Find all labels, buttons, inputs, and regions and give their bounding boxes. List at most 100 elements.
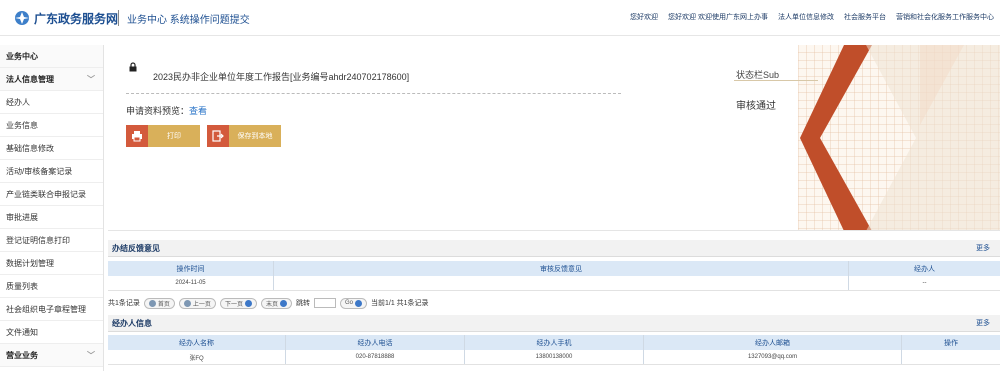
- last-page-icon: [279, 299, 287, 307]
- top-link-platform[interactable]: 社会服务平台: [844, 12, 886, 22]
- table-cell: 020-87818888: [286, 350, 465, 364]
- top-bar: 广东政务服务网 业务中心 系统操作问题提交 您好欢迎 您好欢迎 欢迎使用广东网上…: [0, 0, 1000, 36]
- sidebar-item-certificate-print[interactable]: 登记证明信息打印: [0, 229, 103, 252]
- sidebar-item-label: 基础信息修改: [6, 144, 54, 153]
- go-icon: [354, 299, 362, 307]
- sidebar-item-business-center[interactable]: 业务中心: [0, 45, 103, 68]
- print-button[interactable]: 打印: [126, 125, 200, 147]
- sidebar-item-label: 营业业务: [6, 351, 38, 360]
- sidebar-item-operations[interactable]: 营业业务 ﹀: [0, 344, 103, 367]
- top-links: 您好欢迎 您好欢迎 欢迎使用广东网上办事 法人单位信息修改 社会服务平台 营销和…: [630, 12, 994, 22]
- agent-table-header: 经办人名称 经办人电话 经办人手机 经办人邮箱 操作: [108, 335, 1000, 350]
- lock-icon: [129, 62, 137, 72]
- feedback-section-title: 办结反馈意见: [112, 244, 160, 253]
- prev-page-icon: [183, 299, 191, 307]
- sidebar-item-label: 业务信息: [6, 121, 38, 130]
- sidebar-item-agent[interactable]: 经办人: [0, 91, 103, 114]
- sidebar-item-label: 产业链类联合申报记录: [6, 190, 86, 199]
- materials-preview: 申请资料预览：查看: [126, 104, 207, 117]
- column-header: 经办人名称: [108, 335, 286, 350]
- materials-label: 申请资料预览：: [126, 106, 190, 116]
- sidebar-item-label: 活动/审核备案记录: [6, 167, 73, 176]
- divider: [126, 93, 621, 94]
- save-local-button[interactable]: 保存到本地: [207, 125, 281, 147]
- chevron-down-icon: ﹀: [87, 75, 95, 84]
- agent-section-title: 经办人信息: [112, 319, 152, 328]
- column-header: 操作: [944, 339, 958, 347]
- column-header: 经办人: [914, 265, 935, 273]
- feedback-section-header: 办结反馈意见 更多: [108, 240, 1000, 257]
- prev-page-button[interactable]: 上一页: [178, 297, 216, 309]
- sidebar-item-label: 登记证明信息打印: [6, 236, 70, 245]
- table-cell: --: [922, 280, 927, 286]
- sidebar-item-label: 社会组织电子章程管理: [6, 305, 86, 314]
- printer-icon: [126, 125, 148, 147]
- first-page-button[interactable]: 首页: [143, 297, 175, 309]
- go-button-label: Go: [344, 300, 353, 306]
- report-info-panel: 2023民办非企业单位年度工作报告[业务编号ahdr240702178600] …: [108, 45, 1000, 231]
- top-link-service[interactable]: 营销和社会化服务工作服务中心: [896, 12, 994, 22]
- sidebar-item-charter[interactable]: 社会组织电子章程管理: [0, 298, 103, 321]
- export-icon: [207, 125, 229, 147]
- table-row: 2024-11-05 --: [108, 276, 1000, 291]
- page-title: 业务中心 系统操作问题提交: [127, 15, 250, 26]
- next-page-icon: [244, 299, 252, 307]
- sidebar-item-activity-records[interactable]: 活动/审核备案记录: [0, 160, 103, 183]
- last-page-label: 末页: [265, 301, 278, 308]
- sidebar: 业务中心 法人信息管理 ﹀ 经办人 业务信息 基础信息修改 活动/审核备案记录 产…: [0, 45, 104, 371]
- sidebar-item-label: 文件通知: [6, 328, 38, 337]
- table-cell: 2024-11-05: [108, 276, 274, 290]
- top-link-welcome[interactable]: 您好欢迎: [630, 12, 658, 22]
- agent-section-header: 经办人信息 更多: [108, 315, 1000, 332]
- column-header: 操作时间: [108, 261, 274, 276]
- sidebar-item-joint-records[interactable]: 产业链类联合申报记录: [0, 183, 103, 206]
- main-content: 2023民办非企业单位年度工作报告[业务编号ahdr240702178600] …: [108, 45, 1000, 371]
- column-header: 审核反馈意见: [274, 261, 849, 276]
- decorative-chevron: [800, 45, 1000, 230]
- table-cell: [902, 350, 1000, 364]
- sidebar-item-label: 法人信息管理: [6, 75, 54, 84]
- status-value: 审核通过: [736, 101, 776, 112]
- top-link-profile[interactable]: 法人单位信息修改: [778, 12, 834, 22]
- sidebar-item-legal-info[interactable]: 法人信息管理 ﹀: [0, 68, 103, 91]
- table-cell: 1327093@qq.com: [644, 350, 902, 364]
- table-cell: 13800138000: [465, 350, 644, 364]
- sidebar-item-label: 审批进展: [6, 213, 38, 222]
- page-info: 当前1/1 共1条记录: [370, 300, 429, 307]
- goto-label: 跳转: [295, 300, 310, 307]
- goto-page-input[interactable]: [313, 298, 336, 308]
- agent-more-link[interactable]: 更多: [976, 318, 990, 328]
- header-separator: [118, 10, 119, 26]
- table-cell: 张FQ: [108, 350, 286, 364]
- next-page-label: 下一页: [224, 301, 243, 308]
- materials-view-link[interactable]: 查看: [189, 106, 207, 116]
- status-divider: [734, 80, 818, 81]
- next-page-button[interactable]: 下一页: [219, 297, 257, 309]
- sidebar-item-quality-list[interactable]: 质量列表: [0, 275, 103, 298]
- sidebar-item-approval-progress[interactable]: 审批进展: [0, 206, 103, 229]
- chevron-down-icon: ﹀: [87, 351, 95, 360]
- sidebar-item-label: 数据计划管理: [6, 259, 54, 268]
- column-header: 经办人手机: [465, 335, 644, 350]
- column-header: 经办人邮箱: [644, 335, 902, 350]
- table-row: 张FQ 020-87818888 13800138000 1327093@qq.…: [108, 350, 1000, 365]
- sidebar-item-label: 质量列表: [6, 282, 38, 291]
- feedback-more-link[interactable]: 更多: [976, 243, 990, 253]
- report-title: 2023民办非企业单位年度工作报告[业务编号ahdr240702178600]: [153, 72, 410, 82]
- last-page-button[interactable]: 末页: [260, 297, 292, 309]
- pager-total: 共1条记录: [108, 300, 140, 307]
- prev-page-label: 上一页: [192, 301, 211, 308]
- save-local-button-label: 保存到本地: [237, 133, 273, 140]
- sidebar-item-notice[interactable]: 文件通知: [0, 321, 103, 344]
- first-page-label: 首页: [157, 301, 170, 308]
- feedback-table-header: 操作时间 审核反馈意见 经办人: [108, 261, 1000, 276]
- sidebar-item-data-plan[interactable]: 数据计划管理: [0, 252, 103, 275]
- logo-icon: [15, 11, 29, 25]
- pagination: 共1条记录 首页 上一页 下一页 末页 跳转 Go 当前1/1 共1条记录: [108, 296, 1000, 310]
- go-button[interactable]: Go: [339, 297, 367, 309]
- sidebar-item-basic-edit[interactable]: 基础信息修改: [0, 137, 103, 160]
- top-link-account[interactable]: 您好欢迎 欢迎使用广东网上办事: [668, 12, 768, 22]
- print-button-label: 打印: [167, 133, 181, 140]
- sidebar-item-business-info[interactable]: 业务信息: [0, 114, 103, 137]
- site-name[interactable]: 广东政务服务网: [34, 10, 118, 27]
